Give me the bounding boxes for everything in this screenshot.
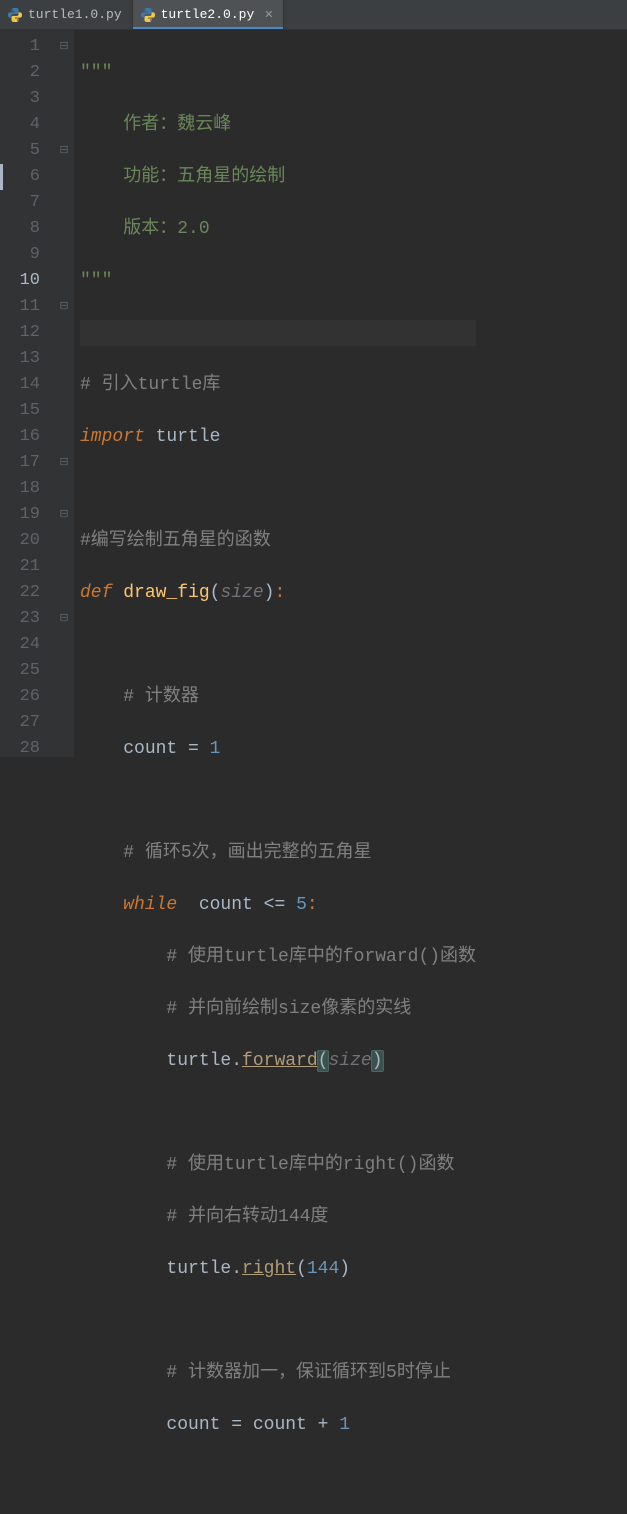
docstring: """	[80, 63, 112, 83]
fold-marker[interactable]: ⊟	[54, 606, 74, 632]
docstring: 版本：2.0	[123, 219, 209, 239]
close-icon[interactable]: ✕	[264, 8, 273, 22]
tab-turtle1[interactable]: turtle1.0.py	[0, 0, 133, 29]
tab-turtle2[interactable]: turtle2.0.py ✕	[133, 0, 285, 29]
keyword-while: while	[123, 895, 188, 915]
fold-gutter[interactable]: ⊟ ⊟ ⊟ ⊟ ⊟ ⊟	[54, 30, 74, 757]
comment: # 并向右转动144度	[166, 1207, 328, 1227]
comment: # 计数器加一，保证循环到5时停止	[166, 1363, 450, 1383]
fold-marker[interactable]: ⊟	[54, 502, 74, 528]
line-number-gutter[interactable]: 1 2 3 4 5 6 7 8 9 10 11 12 13 14 15 16 1…	[0, 30, 54, 757]
fold-marker[interactable]: ⊟	[54, 34, 74, 60]
python-icon	[141, 8, 155, 22]
comment: # 引入turtle库	[80, 375, 220, 395]
fold-marker[interactable]: ⊟	[54, 294, 74, 320]
comment: #编写绘制五角星的函数	[80, 531, 271, 551]
comment: # 使用turtle库中的right()函数	[166, 1155, 454, 1175]
editor: 1 2 3 4 5 6 7 8 9 10 11 12 13 14 15 16 1…	[0, 30, 627, 757]
python-icon	[8, 8, 22, 22]
docstring: 功能：五角星的绘制	[123, 167, 285, 187]
method-call: forward	[242, 1051, 318, 1071]
comment: # 使用turtle库中的forward()函数	[166, 947, 476, 967]
tab-label: turtle2.0.py	[161, 7, 255, 22]
method-call: right	[242, 1259, 296, 1279]
code-area[interactable]: """ 作者：魏云峰 功能：五角星的绘制 版本：2.0 """ # 引入turt…	[74, 30, 476, 757]
keyword-def: def	[80, 583, 123, 603]
comment: # 计数器	[123, 687, 199, 707]
tab-bar: turtle1.0.py turtle2.0.py ✕	[0, 0, 627, 30]
fold-marker[interactable]: ⊟	[54, 138, 74, 164]
tab-label: turtle1.0.py	[28, 7, 122, 22]
keyword-import: import	[80, 427, 145, 447]
function-name: draw_fig	[123, 583, 209, 603]
parameter: size	[220, 583, 263, 603]
comment: # 并向前绘制size像素的实线	[166, 999, 411, 1019]
docstring: 作者：魏云峰	[123, 115, 231, 135]
docstring: """	[80, 271, 112, 291]
fold-marker[interactable]: ⊟	[54, 450, 74, 476]
caret-line-marker	[0, 164, 3, 190]
comment: # 循环5次，画出完整的五角星	[123, 843, 371, 863]
